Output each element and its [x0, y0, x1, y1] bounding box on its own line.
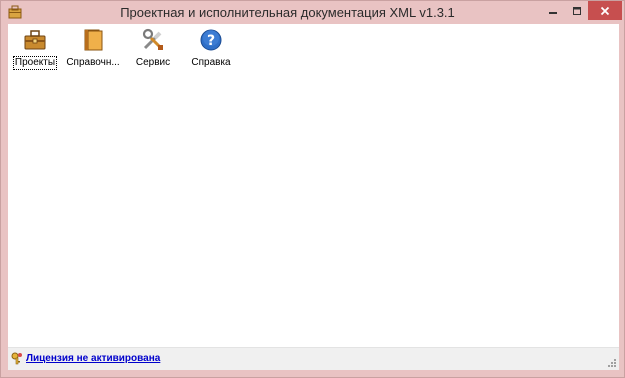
- key-icon: [11, 352, 22, 365]
- main-area: Проекты Справочн... Сервис ? Справка: [8, 24, 619, 347]
- app-icon[interactable]: [8, 5, 22, 19]
- license-link[interactable]: Лицензия не активирована: [26, 353, 160, 364]
- minimize-button[interactable]: [541, 1, 565, 20]
- maximize-icon: [572, 6, 581, 15]
- close-icon: [600, 6, 610, 15]
- books-icon: [84, 29, 103, 51]
- minimize-icon: [549, 11, 557, 14]
- toolbar-item-references[interactable]: Справочн...: [63, 28, 123, 70]
- toolbar-item-projects[interactable]: Проекты: [5, 28, 65, 70]
- close-button[interactable]: [588, 1, 622, 20]
- toolbar-label-references: Справочн...: [66, 57, 120, 68]
- status-bar: Лицензия не активирована: [8, 347, 619, 370]
- toolbar-label-projects: Проекты: [12, 56, 58, 70]
- toolbar-item-service[interactable]: Сервис: [123, 28, 183, 70]
- title-bar[interactable]: Проектная и исполнительная документация …: [1, 1, 624, 24]
- maximize-button[interactable]: [565, 1, 588, 20]
- window-title: Проектная и исполнительная документация …: [120, 5, 455, 20]
- toolbar-label-service: Сервис: [135, 57, 171, 68]
- briefcase-icon: [24, 30, 46, 50]
- resize-grip[interactable]: [607, 358, 617, 368]
- app-window: Проектная и исполнительная документация …: [0, 0, 625, 378]
- tools-icon: [142, 28, 163, 50]
- toolbar-item-help[interactable]: ? Справка: [181, 28, 241, 70]
- help-icon: ?: [200, 29, 222, 51]
- svg-text:?: ?: [207, 33, 215, 49]
- toolbar-label-help: Справка: [191, 57, 231, 68]
